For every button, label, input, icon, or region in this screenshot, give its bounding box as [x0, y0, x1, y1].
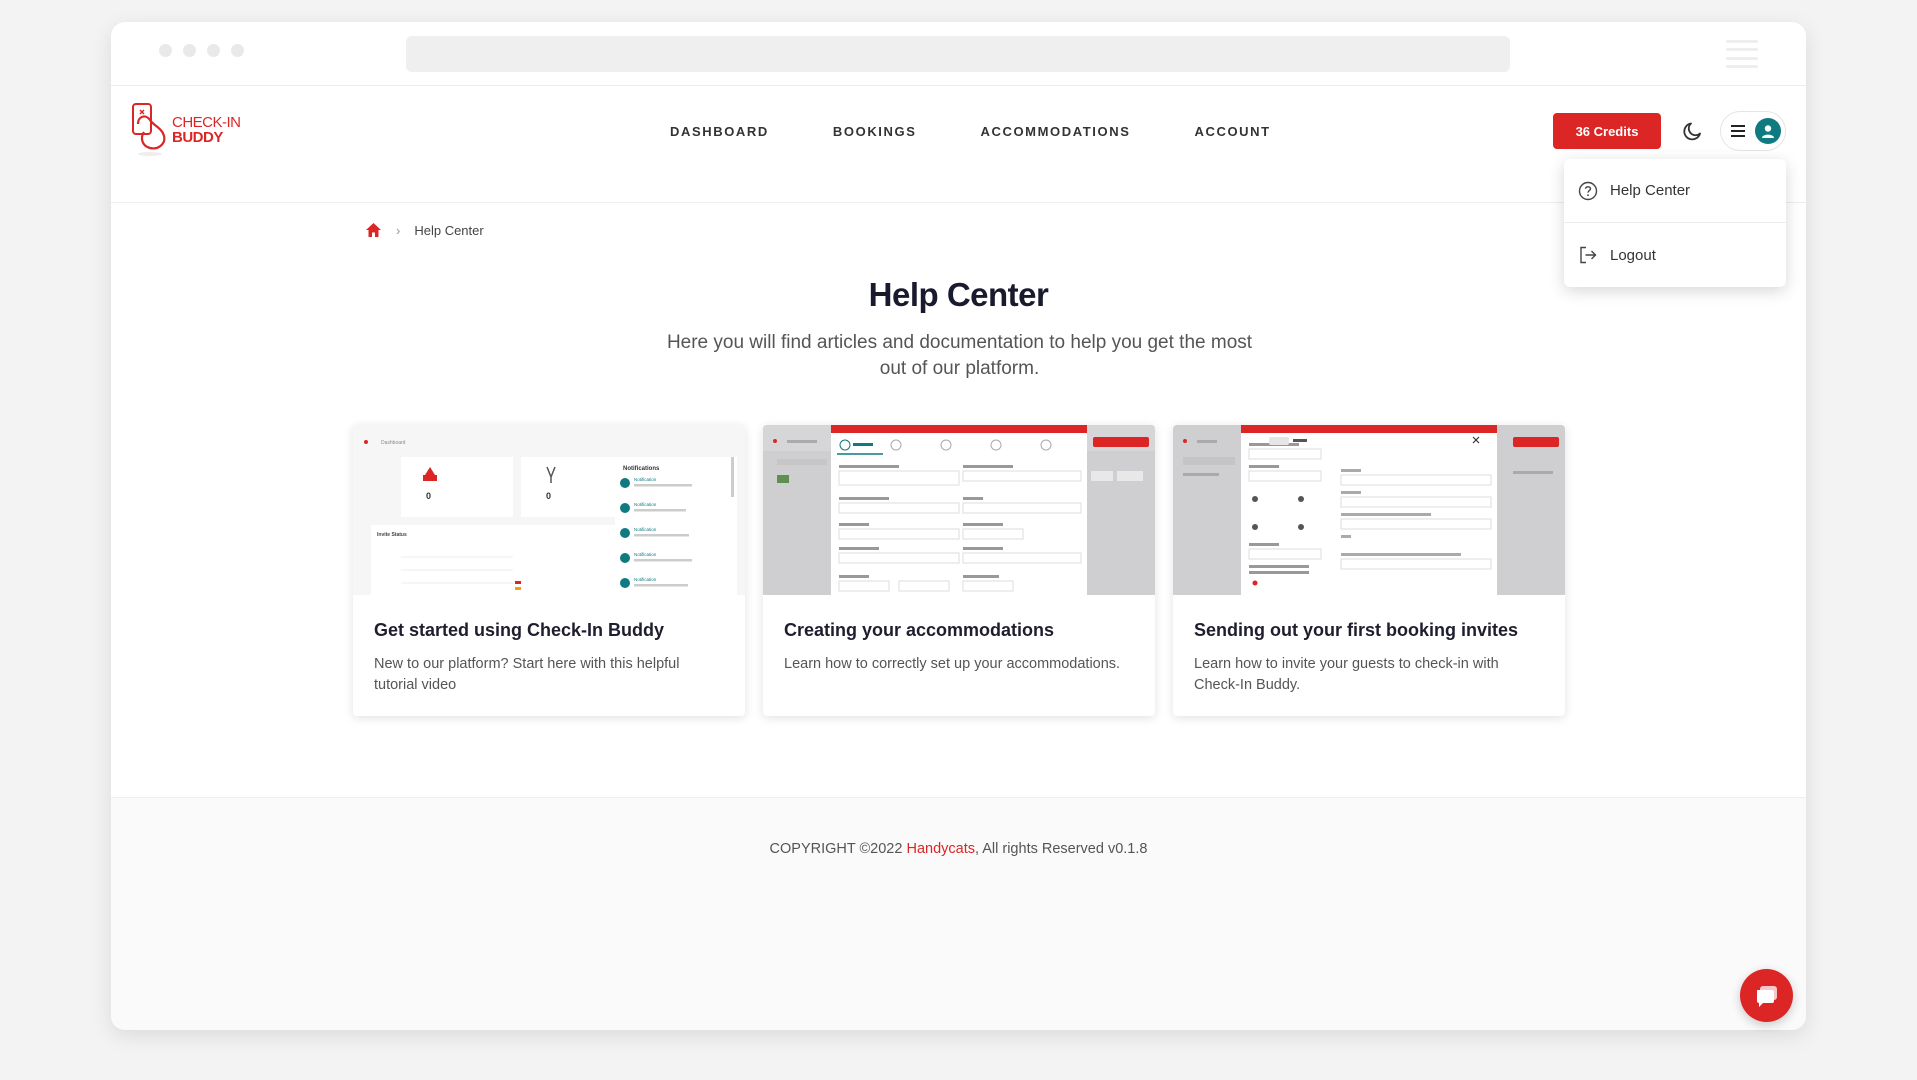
- card-thumbnail: [1173, 425, 1565, 595]
- card-title: Get started using Check-In Buddy: [374, 620, 665, 640]
- svg-text:0: 0: [426, 491, 431, 501]
- card-title: Sending out your first booking invites: [1194, 620, 1519, 640]
- moon-icon[interactable]: [1681, 119, 1705, 143]
- svg-text:Notification: Notification: [634, 577, 657, 582]
- brand-link[interactable]: Handycats: [906, 841, 975, 857]
- question-circle-icon: [1578, 181, 1598, 200]
- address-bar[interactable]: [406, 36, 1510, 72]
- card-description: New to our platform? Start here with thi…: [374, 656, 680, 693]
- chat-icon: [1756, 985, 1777, 1007]
- window-dot[interactable]: [207, 44, 220, 57]
- dropdown-item-help-center[interactable]: Help Center: [1564, 159, 1786, 223]
- user-icon: [1762, 125, 1774, 138]
- card-thumbnail: [763, 425, 1155, 595]
- chat-button[interactable]: [1740, 969, 1793, 1022]
- chevron-right-icon: ›: [396, 222, 401, 238]
- nav-accommodations[interactable]: ACCOMMODATIONS: [981, 124, 1131, 139]
- logo[interactable]: CHECK-IN BUDDY: [130, 102, 241, 158]
- browser-window: CHECK-IN BUDDY DASHBOARD BOOKINGS ACCOMM…: [111, 22, 1806, 1030]
- help-card[interactable]: Creating your accommodations Learn how t…: [763, 425, 1155, 716]
- dropdown-item-label: Help Center: [1610, 182, 1691, 199]
- page-subtitle: Here you will find articles and document…: [666, 332, 1253, 379]
- svg-text:0: 0: [546, 491, 551, 501]
- window-controls: [159, 44, 244, 57]
- card-description: Learn how to correctly set up your accom…: [784, 656, 1121, 672]
- hamburger-icon: [1731, 125, 1745, 137]
- main-nav: DASHBOARD BOOKINGS ACCOMMODATIONS ACCOUN…: [670, 124, 1271, 139]
- card-description: Learn how to invite your guests to check…: [1194, 656, 1499, 693]
- credits-button[interactable]: 36 Credits: [1553, 113, 1661, 149]
- card-thumbnail: Dashboard 0 0 Invite Status Notification…: [353, 425, 745, 595]
- window-dot[interactable]: [159, 44, 172, 57]
- dropdown-item-label: Logout: [1610, 246, 1656, 264]
- user-dropdown: Help Center Logout: [1564, 159, 1786, 287]
- svg-text:Dashboard: Dashboard: [381, 440, 406, 446]
- logo-text-line1: CHECK-IN: [172, 114, 241, 131]
- svg-text:Notification: Notification: [634, 527, 657, 532]
- breadcrumb: › Help Center: [365, 222, 484, 238]
- nav-dashboard[interactable]: DASHBOARD: [670, 124, 769, 139]
- copyright: COPYRIGHT ©2022 Handycats, All rights Re…: [111, 841, 1806, 857]
- logo-text-line2: BUDDY: [172, 129, 223, 146]
- footer: COPYRIGHT ©2022 Handycats, All rights Re…: [111, 797, 1806, 1030]
- card-title: Creating your accommodations: [784, 620, 1055, 640]
- breadcrumb-current: Help Center: [414, 222, 484, 238]
- window-dot[interactable]: [183, 44, 196, 57]
- help-card[interactable]: Sending out your first booking invites L…: [1173, 425, 1565, 716]
- svg-text:Notification: Notification: [634, 477, 657, 482]
- svg-text:Notification: Notification: [634, 502, 657, 507]
- logout-icon: [1580, 246, 1597, 264]
- copyright-prefix: COPYRIGHT ©2022: [769, 841, 907, 857]
- svg-text:Notification: Notification: [634, 552, 657, 557]
- home-icon[interactable]: [365, 222, 382, 238]
- app-header: CHECK-IN BUDDY DASHBOARD BOOKINGS ACCOMM…: [111, 86, 1806, 203]
- copyright-suffix: , All rights Reserved v0.1.8: [974, 841, 1148, 857]
- logo-phone-icon: [132, 103, 166, 156]
- page-title: Help Center: [868, 276, 1049, 313]
- user-menu-button[interactable]: [1720, 111, 1786, 151]
- svg-text:Notifications: Notifications: [623, 466, 660, 472]
- browser-menu-icon[interactable]: [1726, 40, 1758, 68]
- help-card[interactable]: Dashboard 0 0 Invite Status Notification…: [353, 425, 745, 716]
- browser-chrome: [111, 22, 1806, 86]
- window-dot[interactable]: [231, 44, 244, 57]
- dropdown-item-logout[interactable]: Logout: [1564, 223, 1786, 287]
- avatar: [1755, 118, 1781, 144]
- nav-account[interactable]: ACCOUNT: [1194, 124, 1270, 139]
- svg-text:Invite Status: Invite Status: [377, 532, 407, 538]
- nav-bookings[interactable]: BOOKINGS: [833, 124, 917, 139]
